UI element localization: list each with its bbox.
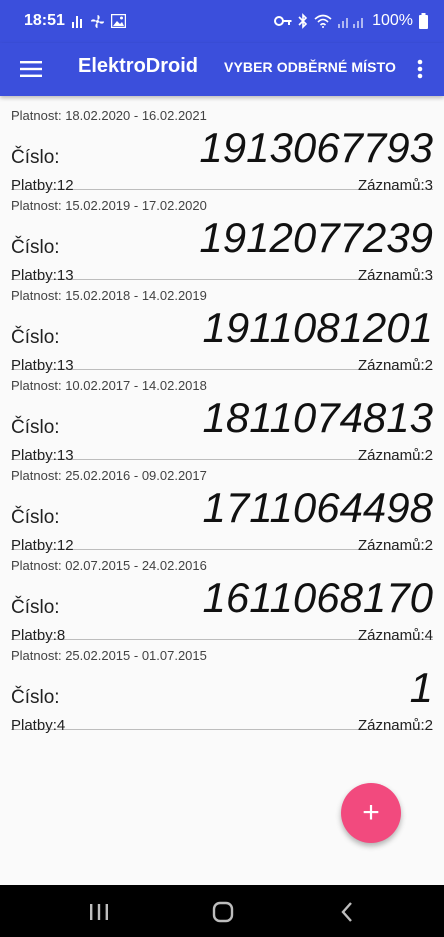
records-count: Záznamů:2 xyxy=(357,717,433,734)
home-icon[interactable] xyxy=(211,901,235,923)
image-icon xyxy=(111,14,126,28)
hamburger-menu-icon[interactable] xyxy=(20,57,42,81)
contract-number: 1913067793 xyxy=(199,124,433,171)
status-bar: 18:51 100% xyxy=(0,0,444,43)
battery-icon xyxy=(419,13,428,29)
validity-period: Platnost: 10.02.2017 - 14.02.2018 xyxy=(11,378,207,393)
recent-apps-icon[interactable] xyxy=(87,901,111,923)
contract-number: 1711064498 xyxy=(202,484,433,531)
status-left-icons xyxy=(72,13,126,29)
wifi-icon xyxy=(314,14,332,28)
validity-period: Platnost: 02.07.2015 - 24.02.2016 xyxy=(11,558,207,573)
list-item[interactable]: Platnost: 15.02.2018 - 14.02.2019 Číslo:… xyxy=(11,280,433,374)
validity-period: Platnost: 18.02.2020 - 16.02.2021 xyxy=(11,108,207,123)
back-icon[interactable] xyxy=(336,901,360,923)
list-item[interactable]: Platnost: 25.02.2016 - 09.02.2017 Číslo:… xyxy=(11,460,433,554)
list-item[interactable]: Platnost: 15.02.2019 - 17.02.2020 Číslo:… xyxy=(11,190,433,284)
contract-number: 1911081201 xyxy=(202,304,433,351)
validity-period: Platnost: 15.02.2019 - 17.02.2020 xyxy=(11,198,207,213)
fan-icon xyxy=(90,14,105,28)
navigation-bar xyxy=(0,885,444,937)
app-bar: ElektroDroid VYBER ODBĚRNÉ MÍSTO xyxy=(0,43,444,96)
contract-number: 1912077239 xyxy=(199,214,433,261)
list-item[interactable]: Platnost: 02.07.2015 - 24.02.2016 Číslo:… xyxy=(11,550,433,644)
validity-period: Platnost: 25.02.2015 - 01.07.2015 xyxy=(11,648,207,663)
battery-percent: 100% xyxy=(372,12,413,29)
number-label: Číslo: xyxy=(11,417,60,438)
select-consumption-point-button[interactable]: VYBER ODBĚRNÉ MÍSTO xyxy=(224,59,396,75)
contract-number: 1 xyxy=(409,664,433,711)
number-label: Číslo: xyxy=(11,597,60,618)
contract-number: 1611068170 xyxy=(202,574,433,621)
app-title: ElektroDroid xyxy=(78,55,199,77)
validity-period: Platnost: 15.02.2018 - 14.02.2019 xyxy=(11,288,207,303)
contract-number: 1811074813 xyxy=(202,394,433,441)
contract-list: Platnost: 18.02.2020 - 16.02.2021 Číslo:… xyxy=(0,100,444,734)
bluetooth-icon xyxy=(298,13,308,29)
number-label: Číslo: xyxy=(11,687,60,708)
key-icon xyxy=(274,16,292,26)
list-item[interactable]: Platnost: 18.02.2020 - 16.02.2021 Číslo:… xyxy=(11,100,433,194)
validity-period: Platnost: 25.02.2016 - 09.02.2017 xyxy=(11,468,207,483)
number-label: Číslo: xyxy=(11,147,60,168)
status-right: 100% xyxy=(274,12,428,30)
number-label: Číslo: xyxy=(11,507,60,528)
add-button[interactable]: + xyxy=(341,783,401,843)
signal-bars-icon xyxy=(72,16,82,28)
number-label: Číslo: xyxy=(11,237,60,258)
payments-count: Platby:4 xyxy=(11,717,66,734)
cell-signal-icon xyxy=(338,18,364,28)
number-label: Číslo: xyxy=(11,327,60,348)
status-time: 18:51 xyxy=(24,12,65,29)
more-vertical-icon[interactable] xyxy=(410,57,430,81)
list-item[interactable]: Platnost: 10.02.2017 - 14.02.2018 Číslo:… xyxy=(11,370,433,464)
list-item[interactable]: Platnost: 25.02.2015 - 01.07.2015 Číslo:… xyxy=(11,640,433,734)
plus-icon: + xyxy=(362,796,380,829)
